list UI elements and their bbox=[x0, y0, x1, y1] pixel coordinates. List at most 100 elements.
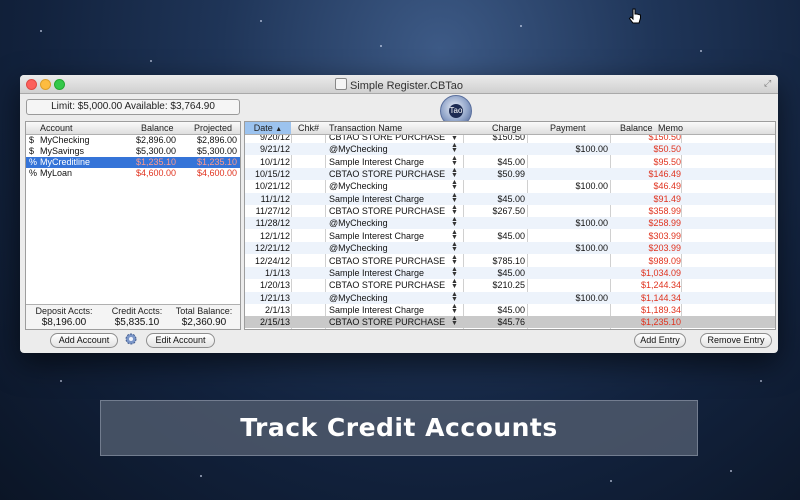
column-header-memo[interactable]: Memo bbox=[658, 123, 683, 133]
table-row[interactable]: 12/24/12 CBTAO STORE PURCHASE ▲ ▼ $785.10 $98… bbox=[245, 254, 775, 267]
balance-cell: $258.99 bbox=[648, 218, 681, 229]
date-cell: 12/1/12 bbox=[259, 230, 290, 241]
updown-arrows-icon[interactable]: ▲▼ bbox=[451, 266, 458, 278]
gear-icon[interactable] bbox=[124, 332, 138, 346]
balance-cell: $203.99 bbox=[648, 243, 681, 254]
charge-cell: $210.25 bbox=[492, 280, 525, 291]
table-row[interactable]: 10/15/12 CBTAO STORE PURCHASE ▲ ▼ $50.99 $146… bbox=[245, 167, 775, 181]
balance-cell: $303.99 bbox=[648, 230, 681, 241]
add-entry-button[interactable]: Add Entry bbox=[634, 333, 686, 348]
balance-cell: $91.49 bbox=[653, 193, 681, 204]
updown-arrows-icon[interactable]: ▲▼ bbox=[451, 315, 458, 327]
account-type-icon: % bbox=[29, 168, 38, 178]
total-balance-value: $2,360.90 bbox=[181, 317, 227, 328]
transaction-name-cell: CBTAO STORE PURCHASE bbox=[329, 255, 446, 266]
updown-arrows-icon[interactable]: ▲▼ bbox=[451, 142, 458, 154]
column-header-date[interactable]: Date ▲ bbox=[245, 122, 291, 134]
table-row[interactable]: 10/1/12 Sample Interest Charge ▲ ▼ $45.00 $95… bbox=[245, 155, 775, 168]
table-row[interactable]: 1/21/13 @MyChecking ▲ ▼ $100.00 $1,144.34 bbox=[245, 291, 775, 304]
column-header-balance[interactable]: Balance bbox=[620, 123, 653, 133]
updown-arrows-icon[interactable]: ▲▼ bbox=[451, 278, 458, 290]
updown-arrows-icon[interactable]: ▲▼ bbox=[451, 254, 458, 266]
star bbox=[700, 50, 702, 52]
transaction-name-cell: Sample Interest Charge bbox=[329, 193, 425, 204]
charge-cell: $50.99 bbox=[497, 169, 525, 180]
transaction-name-cell: @MyChecking bbox=[329, 243, 388, 254]
column-header-balance[interactable]: Balance bbox=[141, 123, 174, 133]
credit-limit-display: Limit: $5,000.00 Available: $3,764.90 bbox=[26, 99, 240, 115]
date-cell: 2/1/13 bbox=[264, 304, 290, 315]
updown-arrows-icon[interactable]: ▲▼ bbox=[451, 167, 458, 179]
account-row[interactable]: $ MySavings $5,300.00 $5,300.00 bbox=[26, 146, 240, 157]
document-icon bbox=[334, 78, 347, 90]
balance-cell: $1,235.10 bbox=[640, 317, 681, 328]
account-row[interactable]: % MyLoan $4,600.00 $4,600.00 bbox=[26, 168, 240, 179]
date-cell: 1/20/13 bbox=[259, 280, 290, 291]
column-header-projected[interactable]: Projected bbox=[194, 123, 232, 133]
table-row[interactable]: 11/27/12 CBTAO STORE PURCHASE ▲ ▼ $267.50 $35… bbox=[245, 204, 775, 217]
updown-arrows-icon[interactable]: ▲▼ bbox=[451, 192, 458, 204]
account-balance: $5,300.00 bbox=[135, 146, 176, 156]
updown-arrows-icon[interactable]: ▲▼ bbox=[451, 155, 458, 167]
balance-cell: $50.50 bbox=[653, 144, 681, 155]
charge-cell: $45.00 bbox=[497, 193, 525, 204]
star bbox=[380, 45, 382, 47]
updown-arrows-icon[interactable]: ▲▼ bbox=[451, 241, 458, 253]
table-row[interactable]: 11/28/12 @MyChecking ▲ ▼ $100.00 $258.99 bbox=[245, 216, 775, 230]
fullscreen-icon[interactable]: ⤢ bbox=[764, 79, 772, 88]
mouse-cursor-icon bbox=[628, 8, 641, 24]
date-cell: 2/15/13 bbox=[259, 317, 290, 328]
table-row[interactable]: 2/15/13 CBTAO STORE PURCHASE ▲ ▼ $45.76 $1,23… bbox=[245, 315, 775, 329]
balance-cell: $46.49 bbox=[653, 181, 681, 192]
transaction-name-cell: @MyChecking bbox=[329, 218, 388, 229]
title-bar[interactable]: Simple Register.CBTao ⤢ bbox=[20, 75, 778, 94]
column-header-transaction-name[interactable]: Transaction Name bbox=[329, 123, 402, 133]
account-projected: $4,600.00 bbox=[196, 168, 237, 178]
register-header: Date ▲ Chk# Transaction Name Charge Paym… bbox=[245, 122, 775, 135]
transaction-name-cell: CBTAO STORE PURCHASE bbox=[329, 280, 446, 291]
date-cell: 9/21/12 bbox=[259, 144, 290, 155]
payment-cell: $100.00 bbox=[575, 292, 608, 303]
table-row[interactable]: 12/1/12 Sample Interest Charge ▲ ▼ $45.00 $30… bbox=[245, 229, 775, 242]
account-row[interactable]: % MyCreditline $1,235.10 $1,235.10 bbox=[26, 157, 240, 168]
edit-account-button[interactable]: Edit Account bbox=[146, 333, 215, 348]
account-balance: $4,600.00 bbox=[135, 168, 176, 178]
column-header-payment[interactable]: Payment bbox=[550, 123, 586, 133]
table-row[interactable]: 1/20/13 CBTAO STORE PURCHASE ▲ ▼ $210.25 $1,2… bbox=[245, 278, 775, 291]
add-account-button[interactable]: Add Account bbox=[50, 333, 118, 348]
updown-arrows-icon[interactable]: ▲▼ bbox=[451, 303, 458, 315]
updown-arrows-icon[interactable]: ▲▼ bbox=[451, 216, 458, 228]
table-row[interactable]: 2/1/13 Sample Interest Charge ▲ ▼ $45.00 $1,1… bbox=[245, 303, 775, 316]
column-header-account[interactable]: Account bbox=[40, 123, 73, 133]
account-projected: $1,235.10 bbox=[196, 157, 237, 167]
updown-arrows-icon[interactable]: ▲▼ bbox=[451, 179, 458, 191]
date-cell: 10/1/12 bbox=[259, 156, 290, 167]
register-table: Date ▲ Chk# Transaction Name Charge Paym… bbox=[244, 121, 776, 330]
remove-entry-button[interactable]: Remove Entry bbox=[700, 333, 772, 348]
updown-arrows-icon[interactable]: ▲▼ bbox=[451, 229, 458, 241]
credit-accts-value: $5,835.10 bbox=[114, 317, 160, 328]
star bbox=[760, 380, 762, 382]
register-rows: 9/20/12 CBTAO STORE PURCHASE ▲▼ $150.50 $150… bbox=[245, 135, 775, 329]
transaction-name-cell: Sample Interest Charge bbox=[329, 304, 425, 315]
table-row[interactable]: 1/1/13 Sample Interest Charge ▲ ▼ $45.00 $1,0… bbox=[245, 266, 775, 279]
balance-cell: $1,034.09 bbox=[640, 267, 681, 278]
updown-arrows-icon[interactable]: ▲▼ bbox=[451, 135, 458, 142]
balance-cell: $146.49 bbox=[648, 169, 681, 180]
balance-cell: $358.99 bbox=[648, 206, 681, 217]
date-cell: 11/1/12 bbox=[260, 193, 290, 204]
column-header-charge[interactable]: Charge bbox=[492, 123, 522, 133]
table-row[interactable]: 10/21/12 @MyChecking ▲ ▼ $100.00 $46.49 bbox=[245, 179, 775, 192]
updown-arrows-icon[interactable]: ▲▼ bbox=[451, 204, 458, 216]
balance-cell: $1,244.34 bbox=[640, 280, 681, 291]
table-row[interactable]: 11/1/12 Sample Interest Charge ▲ ▼ $45.00 $91… bbox=[245, 192, 775, 205]
logo-label: Tao bbox=[449, 104, 463, 118]
column-header-chk[interactable]: Chk# bbox=[298, 123, 319, 133]
account-row[interactable]: $ MyChecking $2,896.00 $2,896.00 bbox=[26, 135, 240, 146]
table-row[interactable]: 9/20/12 CBTAO STORE PURCHASE ▲▼ $150.50 $150… bbox=[245, 135, 775, 143]
transaction-name-cell: CBTAO STORE PURCHASE bbox=[329, 206, 446, 217]
account-projected: $5,300.00 bbox=[196, 146, 237, 156]
table-row[interactable]: 12/21/12 @MyChecking ▲ ▼ $100.00 $203.99 bbox=[245, 241, 775, 255]
table-row[interactable]: 9/21/12 @MyChecking ▲ ▼ $100.00 $50.50 bbox=[245, 142, 775, 156]
updown-arrows-icon[interactable]: ▲▼ bbox=[451, 291, 458, 303]
